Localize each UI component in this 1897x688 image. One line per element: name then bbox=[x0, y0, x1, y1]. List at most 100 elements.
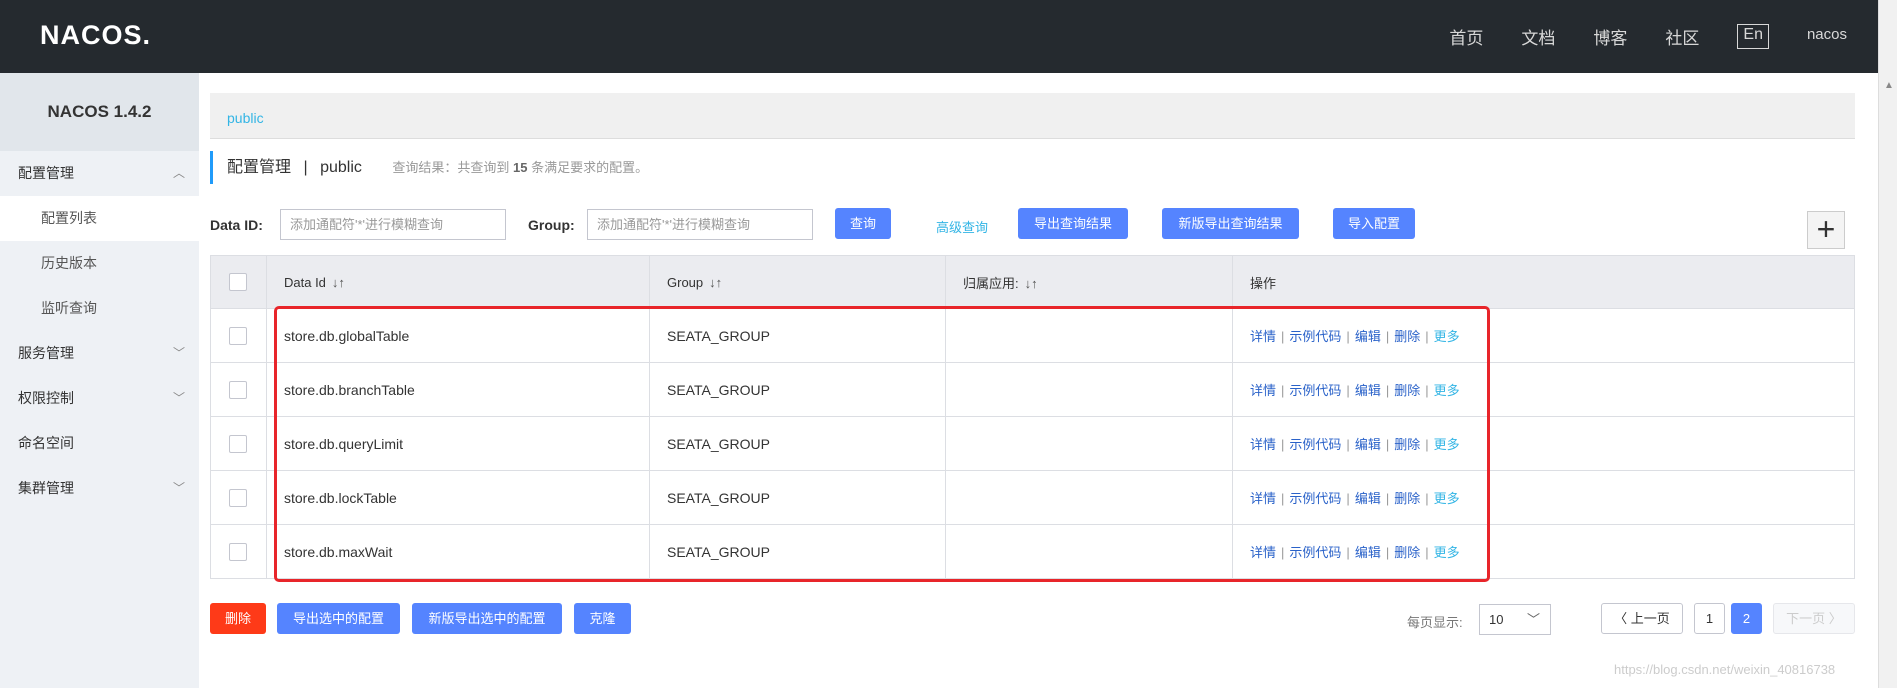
clone-button[interactable]: 克隆 bbox=[574, 603, 631, 634]
sidebar-item-history[interactable]: 历史版本 bbox=[0, 241, 199, 286]
sample-code-link[interactable]: 示例代码 bbox=[1289, 437, 1341, 452]
header-app[interactable]: 归属应用: ↓↑ bbox=[945, 255, 1233, 309]
header-data-id[interactable]: Data Id ↓↑ bbox=[266, 255, 650, 309]
export-selected-button[interactable]: 导出选中的配置 bbox=[277, 603, 400, 634]
more-link[interactable]: 更多 bbox=[1434, 491, 1460, 506]
next-page-button[interactable]: 下一页 〉 bbox=[1773, 603, 1855, 634]
nav-home[interactable]: 首页 bbox=[1449, 24, 1483, 49]
edit-link[interactable]: 编辑 bbox=[1355, 329, 1381, 344]
cell-data-id: store.db.maxWait bbox=[266, 524, 650, 579]
sidebar-item-label: 集群管理 bbox=[18, 480, 74, 496]
page-size-select[interactable]: 10 ﹀ bbox=[1479, 604, 1551, 635]
sidebar-item-access-control[interactable]: 权限控制 ﹀ bbox=[0, 376, 199, 421]
row-checkbox[interactable] bbox=[229, 380, 247, 399]
sample-code-link[interactable]: 示例代码 bbox=[1289, 491, 1341, 506]
delete-link[interactable]: 删除 bbox=[1394, 437, 1420, 452]
select-all-cell bbox=[210, 255, 267, 309]
nav-community[interactable]: 社区 bbox=[1665, 24, 1699, 49]
import-config-button[interactable]: 导入配置 bbox=[1333, 208, 1415, 239]
sidebar-item-service-management[interactable]: 服务管理 ﹀ bbox=[0, 331, 199, 376]
page-2-button[interactable]: 2 bbox=[1731, 603, 1762, 634]
query-button[interactable]: 查询 bbox=[835, 208, 891, 239]
nacos-logo[interactable]: NACOS. bbox=[40, 20, 151, 51]
detail-link[interactable]: 详情 bbox=[1250, 383, 1276, 398]
row-checkbox[interactable] bbox=[229, 434, 247, 453]
nav-blog[interactable]: 博客 bbox=[1593, 24, 1627, 49]
sample-code-link[interactable]: 示例代码 bbox=[1289, 545, 1341, 560]
export-selected-new-button[interactable]: 新版导出选中的配置 bbox=[412, 603, 562, 634]
dataid-input[interactable]: 添加通配符'*'进行模糊查询 bbox=[280, 209, 506, 240]
advanced-query-link[interactable]: 高级查询 bbox=[936, 217, 988, 236]
sidebar-item-namespace[interactable]: 命名空间 bbox=[0, 421, 199, 466]
user-menu[interactable]: nacos bbox=[1807, 26, 1847, 49]
page-1-button[interactable]: 1 bbox=[1694, 603, 1725, 634]
more-link[interactable]: 更多 bbox=[1434, 437, 1460, 452]
table-row: store.db.lockTable SEATA_GROUP 详情 | 示例代码 | 编辑 |… bbox=[210, 470, 1855, 525]
op-separator: | bbox=[1281, 437, 1285, 452]
title-separator: | bbox=[303, 159, 308, 176]
delete-link[interactable]: 删除 bbox=[1394, 491, 1420, 506]
more-link[interactable]: 更多 bbox=[1434, 545, 1460, 560]
dataid-label: Data ID: bbox=[210, 217, 263, 233]
delete-link[interactable]: 删除 bbox=[1394, 383, 1420, 398]
delete-link[interactable]: 删除 bbox=[1394, 329, 1420, 344]
edit-link[interactable]: 编辑 bbox=[1355, 383, 1381, 398]
cell-operations: 详情 | 示例代码 | 编辑 | 删除 | 更多 bbox=[1232, 362, 1855, 417]
sample-code-link[interactable]: 示例代码 bbox=[1289, 383, 1341, 398]
edit-link[interactable]: 编辑 bbox=[1355, 437, 1381, 452]
sample-code-link[interactable]: 示例代码 bbox=[1289, 329, 1341, 344]
header-label: 操作 bbox=[1250, 275, 1277, 291]
op-separator: | bbox=[1425, 437, 1429, 452]
sidebar-item-listener-query[interactable]: 监听查询 bbox=[0, 286, 199, 331]
row-checkbox[interactable] bbox=[229, 488, 247, 507]
sort-icon[interactable]: ↓↑ bbox=[332, 275, 345, 290]
sidebar-item-label: 服务管理 bbox=[18, 345, 74, 361]
row-checkbox[interactable] bbox=[229, 542, 247, 561]
row-checkbox[interactable] bbox=[229, 326, 247, 345]
table-row: store.db.globalTable SEATA_GROUP 详情 | 示例代码 | 编… bbox=[210, 308, 1855, 363]
header-group[interactable]: Group ↓↑ bbox=[649, 255, 946, 309]
namespace-public[interactable]: public bbox=[227, 110, 264, 126]
cell-app bbox=[945, 308, 1233, 363]
row-select-cell bbox=[210, 308, 267, 363]
header-label: Data Id bbox=[284, 274, 326, 290]
cell-data-id: store.db.lockTable bbox=[266, 470, 650, 525]
sidebar-item-cluster-management[interactable]: 集群管理 ﹀ bbox=[0, 466, 199, 511]
chevron-down-icon: ﹀ bbox=[1526, 612, 1540, 627]
row-select-cell bbox=[210, 416, 267, 471]
op-separator: | bbox=[1425, 491, 1429, 506]
more-link[interactable]: 更多 bbox=[1434, 329, 1460, 344]
detail-link[interactable]: 详情 bbox=[1250, 491, 1276, 506]
info-prefix: 查询结果：共查询到 bbox=[392, 160, 510, 175]
cell-operations: 详情 | 示例代码 | 编辑 | 删除 | 更多 bbox=[1232, 524, 1855, 579]
language-toggle[interactable]: En bbox=[1737, 24, 1769, 49]
export-results-button[interactable]: 导出查询结果 bbox=[1018, 208, 1128, 239]
page-scrollbar[interactable]: ▲ bbox=[1878, 0, 1897, 688]
detail-link[interactable]: 详情 bbox=[1250, 437, 1276, 452]
cell-app bbox=[945, 470, 1233, 525]
prev-page-button[interactable]: 〈 上一页 bbox=[1601, 603, 1683, 634]
sidebar-item-config-management[interactable]: 配置管理 ︿ bbox=[0, 151, 199, 196]
delete-selected-button[interactable]: 删除 bbox=[210, 603, 266, 634]
group-input[interactable]: 添加通配符'*'进行模糊查询 bbox=[587, 209, 813, 240]
edit-link[interactable]: 编辑 bbox=[1355, 545, 1381, 560]
table-row: store.db.branchTable SEATA_GROUP 详情 | 示例代码 | 编… bbox=[210, 362, 1855, 417]
detail-link[interactable]: 详情 bbox=[1250, 329, 1276, 344]
sort-icon[interactable]: ↓↑ bbox=[1025, 276, 1038, 291]
sidebar-item-config-list[interactable]: 配置列表 bbox=[0, 196, 199, 241]
scroll-up-icon[interactable]: ▲ bbox=[1884, 80, 1894, 91]
add-config-button[interactable]: + bbox=[1807, 211, 1845, 249]
sort-icon[interactable]: ↓↑ bbox=[709, 275, 722, 290]
delete-link[interactable]: 删除 bbox=[1394, 545, 1420, 560]
nav-docs[interactable]: 文档 bbox=[1521, 24, 1555, 49]
select-all-checkbox[interactable] bbox=[229, 273, 247, 291]
header-operations: 操作 bbox=[1232, 255, 1855, 309]
cell-operations: 详情 | 示例代码 | 编辑 | 删除 | 更多 bbox=[1232, 416, 1855, 471]
cell-group: SEATA_GROUP bbox=[649, 470, 946, 525]
detail-link[interactable]: 详情 bbox=[1250, 545, 1276, 560]
edit-link[interactable]: 编辑 bbox=[1355, 491, 1381, 506]
chevron-down-icon: ﹀ bbox=[172, 346, 185, 360]
more-link[interactable]: 更多 bbox=[1434, 383, 1460, 398]
row-select-cell bbox=[210, 362, 267, 417]
export-results-new-button[interactable]: 新版导出查询结果 bbox=[1162, 208, 1299, 239]
